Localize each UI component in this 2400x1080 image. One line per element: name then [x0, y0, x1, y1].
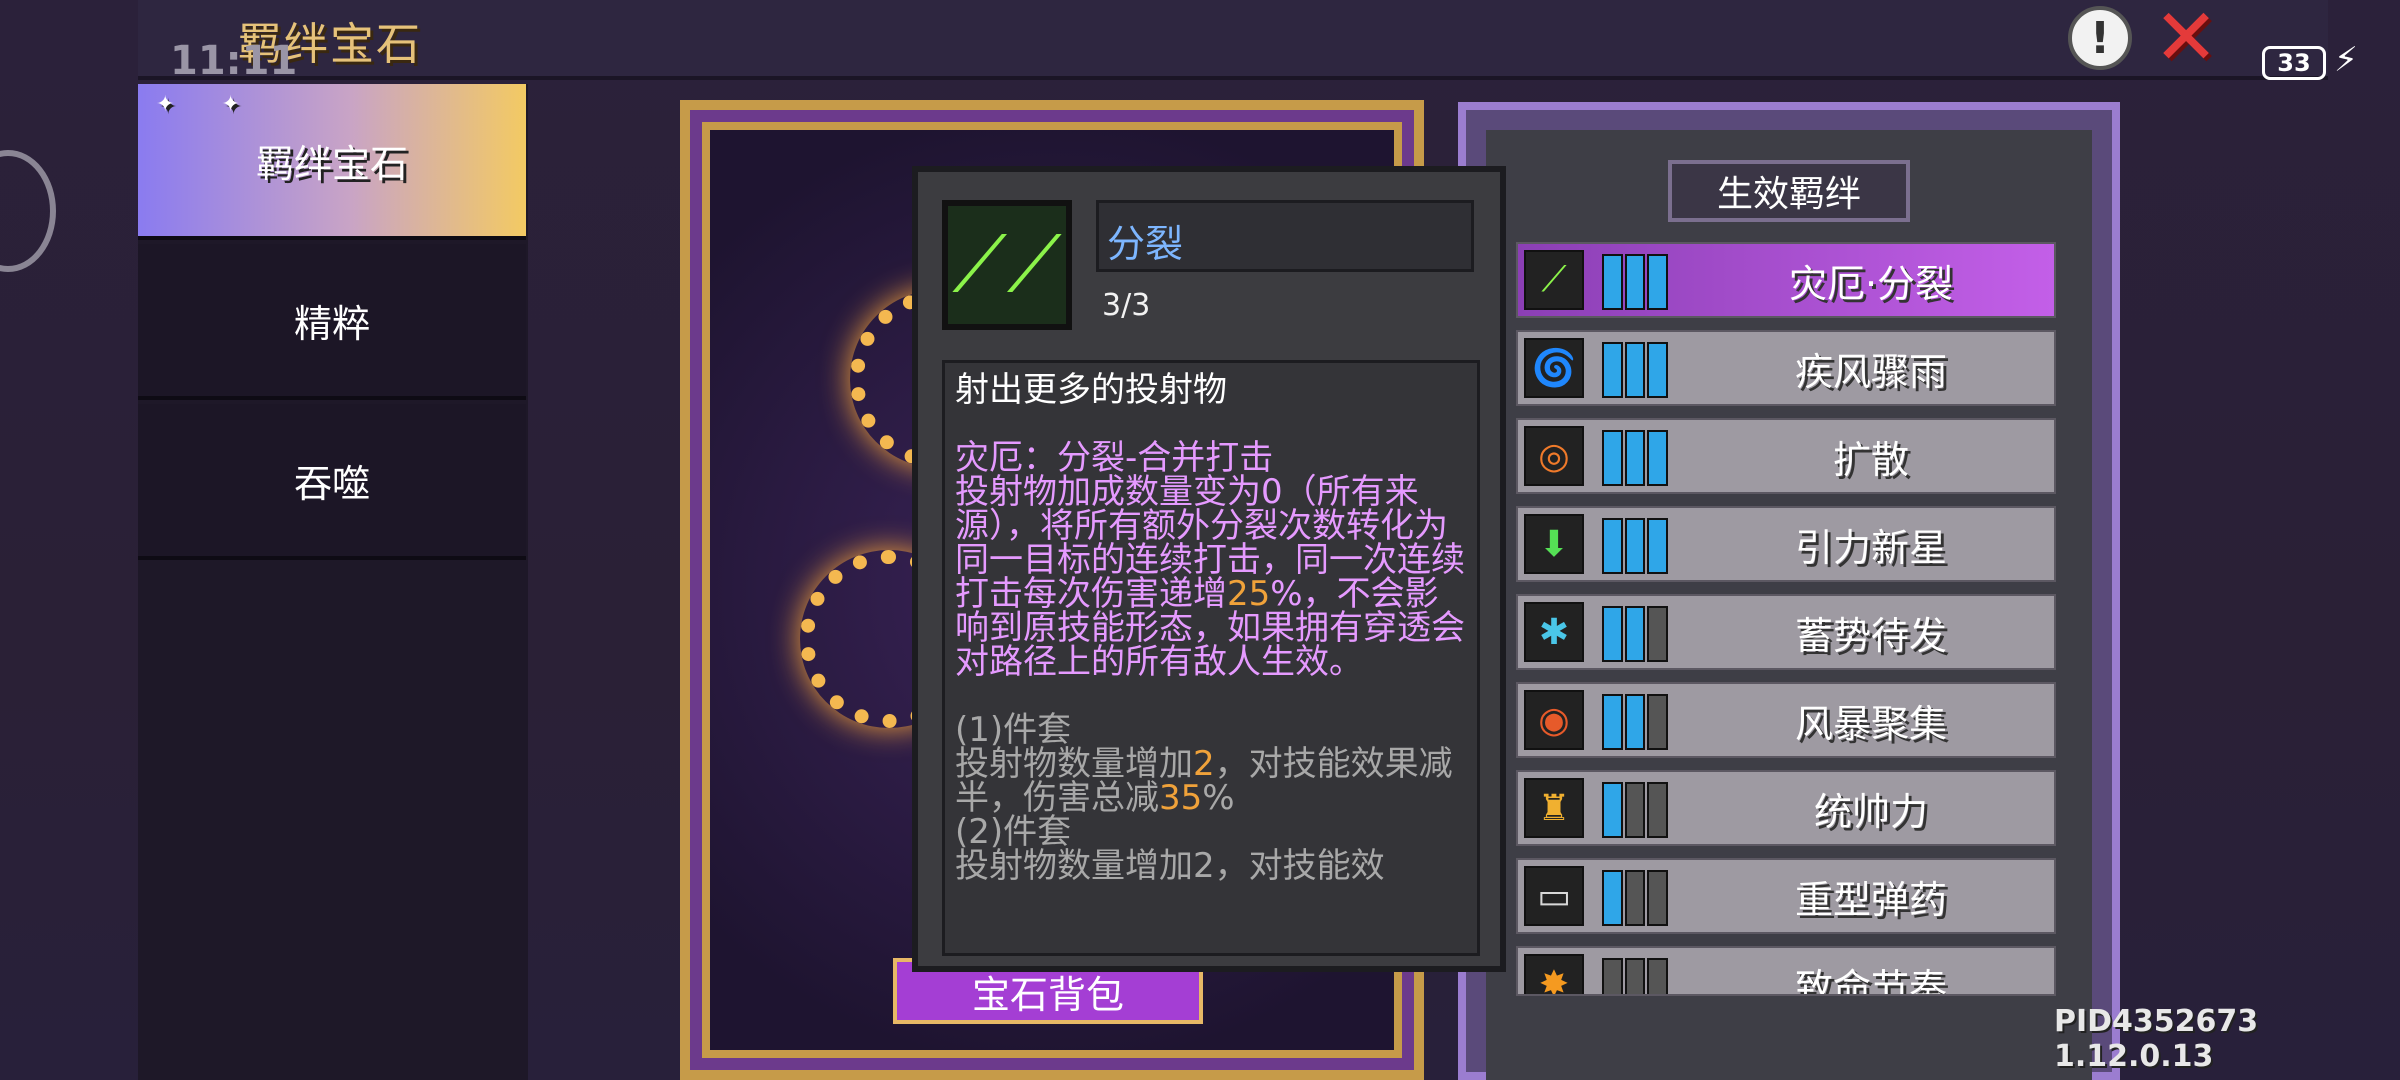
- bond-level-bars: [1602, 254, 1669, 310]
- bond-row[interactable]: 🌀 疾风骤雨: [1516, 330, 2056, 406]
- split-icon: ⟋: [1524, 250, 1584, 310]
- status-clock: 11:11: [170, 38, 298, 84]
- tab-bond-gems[interactable]: 羁绊宝石: [138, 84, 526, 240]
- set-value: 35: [1159, 778, 1203, 818]
- tab-essence[interactable]: 精粹: [138, 244, 526, 400]
- bond-row[interactable]: ▭ 重型弹药: [1516, 858, 2056, 934]
- top-bar: [138, 0, 2328, 80]
- bond-label: 重型弹药: [1794, 877, 1947, 922]
- bond-label: 统帅力: [1813, 789, 1928, 834]
- tab-label: 吞噬: [293, 461, 370, 506]
- tab-label: 羁绊宝石: [255, 141, 408, 186]
- bond-label: 引力新星: [1794, 525, 1947, 570]
- tab-label: 精粹: [293, 301, 370, 346]
- tornado-icon: 🌀: [1524, 338, 1584, 398]
- bond-level-bars: [1602, 782, 1669, 838]
- gem-name: 分裂: [1096, 200, 1474, 272]
- build-id: PID4352673 1.12.0.13: [2054, 1004, 2259, 1074]
- bond-level-bars: [1602, 870, 1669, 926]
- close-icon: ✕: [2153, 0, 2219, 83]
- battery-indicator: 33: [2262, 46, 2326, 80]
- bond-label: 灾厄·分裂: [1788, 261, 1954, 306]
- bond-row[interactable]: ⟋ 灾厄·分裂: [1516, 242, 2056, 318]
- bond-level-bars: [1602, 518, 1669, 574]
- exclamation-icon: !: [2089, 12, 2111, 64]
- bond-row[interactable]: ⬇ 引力新星: [1516, 506, 2056, 582]
- bond-row[interactable]: ✱ 蓄势待发: [1516, 594, 2056, 670]
- tab-devour[interactable]: 吞噬: [138, 404, 526, 560]
- diffuse-icon: ◎: [1524, 426, 1584, 486]
- help-button[interactable]: !: [2068, 6, 2132, 70]
- gem-description: 射出更多的投射物: [955, 370, 1227, 410]
- explosion-icon: ✸: [1524, 954, 1584, 994]
- charging-icon: ⚡: [2334, 40, 2358, 80]
- active-bonds-title: 生效羁绊: [1668, 160, 1910, 222]
- close-button[interactable]: ✕: [2150, 0, 2222, 83]
- ammo-icon: ▭: [1524, 866, 1584, 926]
- tooltip-description-scroll[interactable]: 射出更多的投射物 灾厄：分裂-合并打击 投射物加成数量变为0（所有来源），将所有…: [942, 360, 1480, 956]
- gem-tooltip: ⟋⟋ 分裂 3/3 射出更多的投射物 灾厄：分裂-合并打击 投射物加成数量变为0…: [912, 166, 1506, 972]
- bond-level-bars: [1602, 606, 1669, 662]
- bond-label: 风暴聚集: [1794, 701, 1947, 746]
- bond-label: 致命节奏: [1794, 965, 1947, 996]
- set-bonus: (1)件套 投射物数量增加2，对技能效果减半，伤害总减35% (2)件套 投射物…: [955, 713, 1467, 883]
- charge-icon: ✱: [1524, 602, 1584, 662]
- bond-label: 疾风骤雨: [1794, 349, 1947, 394]
- bond-row[interactable]: ◉ 风暴聚集: [1516, 682, 2056, 758]
- bond-level-bars: [1602, 694, 1669, 750]
- set-text: %: [1202, 778, 1235, 818]
- gravity-icon: ⬇: [1524, 514, 1584, 574]
- bond-row[interactable]: ✸ 致命节奏: [1516, 946, 2056, 996]
- bond-level-bars: [1602, 958, 1669, 994]
- bond-label: 蓄势待发: [1794, 613, 1947, 658]
- command-icon: ♜: [1524, 778, 1584, 838]
- bond-row[interactable]: ♜ 统帅力: [1516, 770, 2056, 846]
- gem-count: 3/3: [1102, 288, 1151, 323]
- left-tab-list: 羁绊宝石 精粹 吞噬: [138, 84, 528, 1080]
- bond-level-bars: [1602, 430, 1669, 486]
- bond-label: 扩散: [1832, 437, 1909, 482]
- curse-effect: 灾厄：分裂-合并打击 投射物加成数量变为0（所有来源），将所有额外分裂次数转化为…: [955, 441, 1467, 679]
- bond-row[interactable]: ◎ 扩散: [1516, 418, 2056, 494]
- storm-icon: ◉: [1524, 690, 1584, 750]
- split-icon: ⟋⟋: [942, 200, 1072, 330]
- bond-level-bars: [1602, 342, 1669, 398]
- set-text: 投射物数量增加2，对技能效: [955, 846, 1385, 886]
